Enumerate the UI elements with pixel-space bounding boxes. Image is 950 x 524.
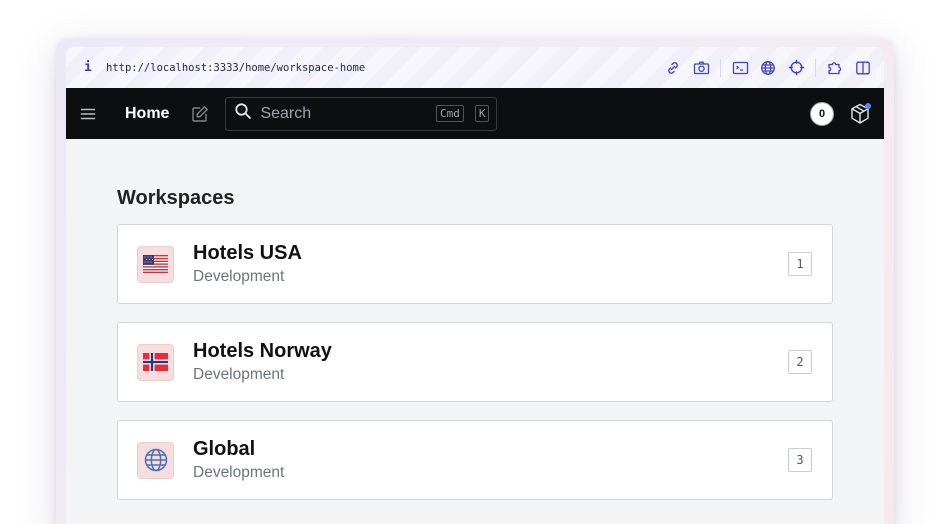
workspace-name: Hotels USA xyxy=(193,242,302,264)
workspace-info: Hotels USA Development xyxy=(193,242,788,286)
top-navbar: Home Search Cmd K 0 xyxy=(66,88,884,139)
workspace-shortcut-badge: 1 xyxy=(788,252,812,276)
workspace-environment: Development xyxy=(193,464,285,481)
url-text[interactable]: http://localhost:3333/home/workspace-hom… xyxy=(106,62,664,74)
status-dot xyxy=(865,102,871,109)
shortcut-cmd-key: Cmd xyxy=(435,105,464,122)
workspace-name: Hotels Norway xyxy=(193,340,332,362)
notification-count-badge[interactable]: 0 xyxy=(810,101,834,126)
workspace-card-global[interactable]: Global Development 3 xyxy=(117,420,833,500)
search-placeholder: Search xyxy=(260,104,312,122)
info-icon[interactable]: i xyxy=(84,60,106,75)
workspace-card-hotels-usa[interactable]: Hotels USA Development 1 xyxy=(117,224,833,304)
toolbar-divider xyxy=(720,58,721,77)
workspace-card-hotels-norway[interactable]: Hotels Norway Development 2 xyxy=(117,322,833,402)
crosshair-icon[interactable] xyxy=(787,59,805,77)
package-icon[interactable] xyxy=(848,102,872,126)
us-flag-icon xyxy=(137,245,174,283)
globe-icon xyxy=(137,441,174,479)
workspace-environment: Development xyxy=(193,268,285,285)
navbar-actions: 0 xyxy=(810,101,872,126)
workspace-info: Hotels Norway Development xyxy=(193,340,788,384)
address-bar: i http://localhost:3333/home/workspace-h… xyxy=(66,47,884,88)
camera-icon[interactable] xyxy=(692,59,710,77)
link-icon[interactable] xyxy=(664,59,682,77)
workspace-name: Global xyxy=(193,438,256,460)
globe-icon[interactable] xyxy=(759,59,777,77)
page-title[interactable]: Home xyxy=(125,105,169,123)
norway-flag-icon xyxy=(137,343,174,381)
browser-toolbar xyxy=(664,58,872,77)
search-input[interactable]: Search Cmd K xyxy=(225,96,498,131)
section-title: Workspaces xyxy=(117,187,235,209)
hamburger-menu-icon[interactable] xyxy=(80,107,110,121)
workspace-environment: Development xyxy=(193,366,285,383)
edit-icon[interactable] xyxy=(191,105,213,123)
search-icon xyxy=(234,102,252,125)
shortcut-k-key: K xyxy=(474,105,490,122)
workspace-shortcut-badge: 2 xyxy=(788,350,812,374)
toolbar-divider xyxy=(815,58,816,77)
puzzle-icon[interactable] xyxy=(826,59,844,77)
browser-window: i http://localhost:3333/home/workspace-h… xyxy=(66,47,884,524)
main-content: Workspaces Hotels USA Development 1 Hote… xyxy=(66,139,884,500)
terminal-icon[interactable] xyxy=(731,59,749,77)
workspace-info: Global Development xyxy=(193,438,788,482)
workspace-shortcut-badge: 3 xyxy=(788,448,812,472)
split-panel-icon[interactable] xyxy=(854,59,872,77)
